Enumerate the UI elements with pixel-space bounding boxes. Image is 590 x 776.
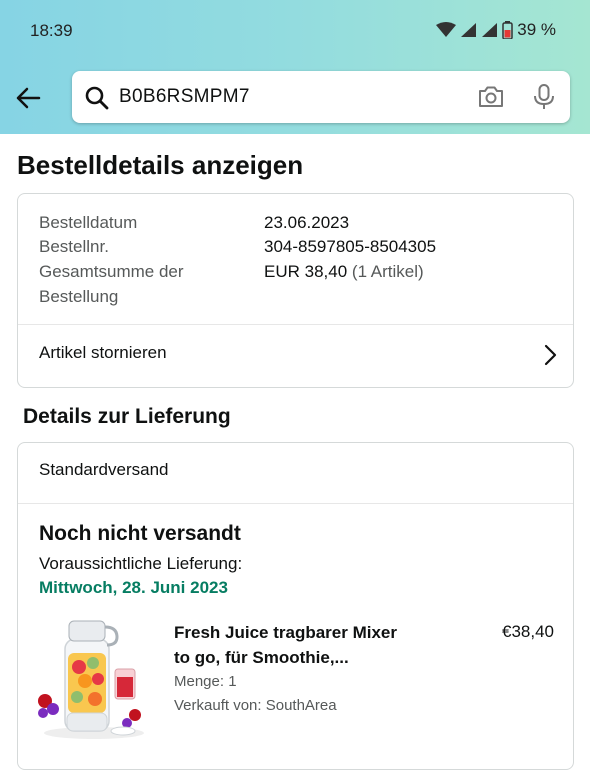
divider [18,503,573,504]
order-number-value: 304-8597805-8504305 [264,237,437,256]
battery-icon [502,21,513,39]
order-date-value: 23.06.2023 [264,213,350,232]
search-icon [85,86,109,110]
order-total-value: EUR 38,40 (1 Artikel) [264,259,424,284]
order-total-amount: EUR 38,40 [264,262,348,281]
shipment-status: Noch nicht versandt [39,522,241,545]
product-title-line2: to go, für Smoothie,... [174,648,349,667]
shipping-method: Standardversand [39,460,169,479]
delivery-heading: Details zur Lieferung [23,405,231,428]
camera-icon[interactable] [477,84,505,110]
product-price: €38,40 [502,622,554,641]
back-arrow-icon[interactable] [14,84,42,112]
battery-percent: 39 % [517,20,556,39]
status-time: 18:39 [30,21,73,40]
signal-icon-2 [482,23,498,37]
chevron-right-icon [544,344,557,366]
eta-label: Voraussichtliche Lieferung: [39,554,243,573]
product-title[interactable]: Fresh Juice tragbarer Mixer to go, für S… [174,620,424,670]
product-image[interactable] [35,615,153,743]
cancel-items-label: Artikel stornieren [39,343,167,362]
search-input[interactable]: B0B6RSMPM7 [119,86,250,108]
microphone-icon[interactable] [532,83,556,111]
signal-icon [461,23,477,37]
product-title-line1: Fresh Juice tragbarer Mixer [174,623,397,642]
product-seller: Verkauft von: SouthArea [174,697,337,714]
order-date-label: Bestelldatum [39,213,138,232]
eta-date: Mittwoch, 28. Juni 2023 [39,578,228,597]
product-quantity: Menge: 1 [174,673,237,690]
delivery-card: Standardversand Noch nicht versandt Vora… [17,442,574,770]
order-number-label: Bestellnr. [39,237,109,256]
order-summary-card: Bestelldatum 23.06.2023 Bestellnr. 304-8… [17,193,574,388]
app-header: 18:39 39 % B0B6RSMPM7 [0,0,590,134]
cancel-items-row[interactable]: Artikel stornieren [18,325,573,387]
order-total-label-line1: Gesamtsumme der [39,262,184,281]
status-icons: 39 % [436,20,556,40]
search-bar[interactable]: B0B6RSMPM7 [72,71,570,123]
page-title: Bestelldetails anzeigen [17,150,304,180]
wifi-icon [436,22,457,37]
order-total-label-line2: Bestellung [39,287,119,306]
order-item-count: (1 Artikel) [351,262,424,281]
